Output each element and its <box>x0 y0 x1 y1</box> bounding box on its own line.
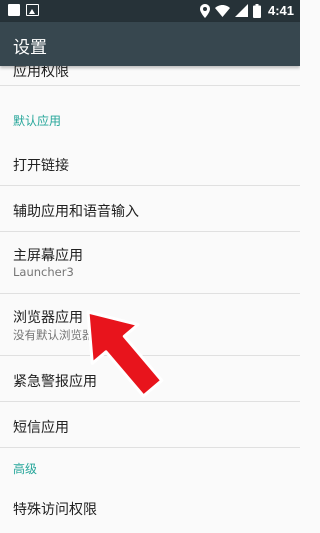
status-time: 4:41 <box>267 3 294 18</box>
list-item-summary: Launcher3 <box>13 265 74 279</box>
list-item-assist-voice-input[interactable]: 辅助应用和语音输入 <box>0 186 300 232</box>
notification-icon <box>8 4 20 16</box>
list-item-emergency-alerts[interactable]: 紧急警报应用 <box>0 356 300 402</box>
section-header-default-apps: 默认应用 <box>13 114 62 128</box>
list-item-label: 辅助应用和语音输入 <box>13 204 139 220</box>
section-default-apps: 默认应用 <box>0 86 300 128</box>
list-item-special-access[interactable]: 特殊访问权限 <box>0 488 300 533</box>
section-advanced: 高级 <box>0 448 300 488</box>
page-title: 设置 <box>13 38 47 58</box>
list-item-label: 紧急警报应用 <box>13 374 97 390</box>
list-item-label: 短信应用 <box>13 420 69 436</box>
section-header-advanced: 高级 <box>13 462 38 476</box>
list-item-label: 特殊访问权限 <box>13 502 97 518</box>
list-item-label: 浏览器应用 <box>13 310 83 326</box>
app-bar: 设置 <box>0 22 300 66</box>
signal-icon <box>234 4 248 17</box>
wifi-icon <box>214 4 230 17</box>
list-item-home-app[interactable]: 主屏幕应用 Launcher3 <box>0 232 300 294</box>
list-item-summary: 没有默认浏览器 <box>13 328 94 342</box>
status-bar: 4:41 <box>0 0 300 22</box>
list-item-label: 打开链接 <box>13 158 69 174</box>
battery-icon <box>252 3 261 18</box>
list-item-label: 主屏幕应用 <box>13 248 83 264</box>
settings-screen: 4:41 设置 应用权限 默认应用 打开链接 辅助应用和语音输入 主屏幕应用 L… <box>0 0 300 533</box>
list-item-open-links[interactable]: 打开链接 <box>0 140 300 186</box>
location-icon <box>199 3 210 18</box>
list-item-browser-app[interactable]: 浏览器应用 没有默认浏览器 <box>0 294 300 356</box>
list-item-sms-app[interactable]: 短信应用 <box>0 402 300 448</box>
image-icon <box>26 4 39 16</box>
